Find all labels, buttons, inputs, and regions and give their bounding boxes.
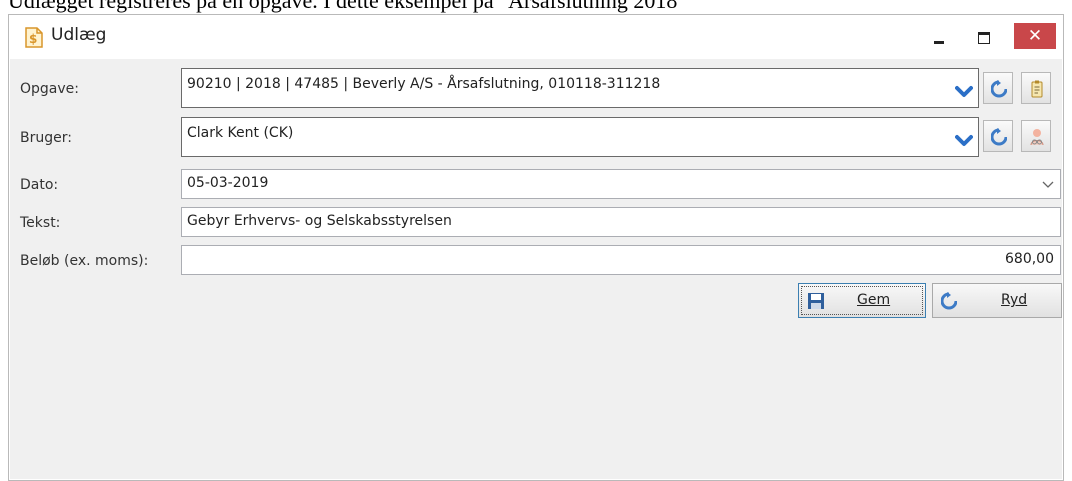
page-caption: Udlægget registreres på en opgave. I det… bbox=[8, 0, 687, 13]
refresh-icon bbox=[941, 292, 957, 310]
maximize-button[interactable] bbox=[971, 25, 997, 51]
chevron-down-icon[interactable] bbox=[1042, 179, 1054, 189]
money-document-icon: $ bbox=[25, 27, 43, 48]
refresh-icon bbox=[991, 80, 1007, 98]
bruger-value: Clark Kent (CK) bbox=[187, 125, 294, 141]
task-icon bbox=[1031, 80, 1043, 98]
opgave-combobox[interactable]: 90210 | 2018 | 47485 | Beverly A/S - Års… bbox=[181, 68, 979, 108]
refresh-icon bbox=[991, 128, 1007, 146]
chevron-down-icon[interactable] bbox=[955, 85, 973, 99]
minimize-button[interactable] bbox=[926, 25, 952, 51]
dato-value: 05-03-2019 bbox=[187, 175, 269, 191]
tekst-value: Gebyr Erhvervs- og Selskabsstyrelsen bbox=[187, 213, 452, 229]
save-icon bbox=[808, 293, 824, 309]
opgave-label: Opgave: bbox=[20, 81, 79, 97]
tekst-input[interactable]: Gebyr Erhvervs- og Selskabsstyrelsen bbox=[181, 207, 1061, 237]
dato-datepicker[interactable]: 05-03-2019 bbox=[181, 169, 1061, 199]
beloeb-value: 680,00 bbox=[1005, 251, 1054, 267]
chevron-down-icon[interactable] bbox=[955, 134, 973, 148]
opgave-refresh-button[interactable] bbox=[983, 72, 1013, 104]
expense-window: $ Udlæg ✕ Opgave: 90210 | 2018 | 47485 |… bbox=[8, 14, 1064, 481]
beloeb-input[interactable]: 680,00 bbox=[181, 245, 1061, 275]
clear-button[interactable]: Ryd bbox=[932, 283, 1062, 318]
user-icon bbox=[1030, 129, 1044, 146]
opgave-value: 90210 | 2018 | 47485 | Beverly A/S - Års… bbox=[187, 76, 661, 92]
bruger-combobox[interactable]: Clark Kent (CK) bbox=[181, 117, 979, 157]
close-button[interactable]: ✕ bbox=[1014, 23, 1056, 49]
beloeb-label: Beløb (ex. moms): bbox=[20, 253, 149, 269]
tekst-label: Tekst: bbox=[20, 215, 61, 231]
window-title: Udlæg bbox=[51, 25, 107, 45]
save-button[interactable]: Gem bbox=[798, 283, 926, 318]
save-button-label: Gem bbox=[857, 292, 891, 308]
bruger-refresh-button[interactable] bbox=[983, 120, 1013, 152]
clear-button-label: Ryd bbox=[1001, 292, 1028, 308]
svg-text:$: $ bbox=[29, 32, 37, 46]
opgave-details-button[interactable] bbox=[1021, 72, 1051, 104]
bruger-label: Bruger: bbox=[20, 130, 72, 146]
bruger-details-button[interactable] bbox=[1021, 120, 1051, 152]
dato-label: Dato: bbox=[20, 177, 59, 193]
title-bar[interactable]: $ Udlæg ✕ bbox=[9, 15, 1063, 59]
form-area: Opgave: 90210 | 2018 | 47485 | Beverly A… bbox=[10, 59, 1062, 479]
